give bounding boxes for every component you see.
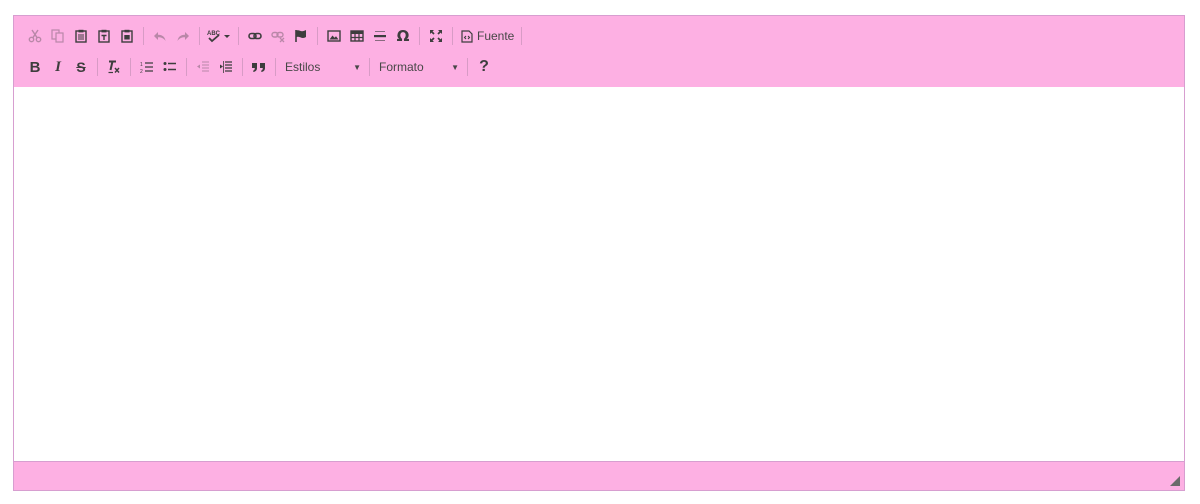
blockquote-icon bbox=[252, 63, 265, 72]
paste-button[interactable] bbox=[70, 25, 92, 47]
remove-format-button[interactable] bbox=[103, 56, 125, 78]
editor-toolbar: ABC Ω Fuente B I S 1 2 Estilos ▼ Formato… bbox=[14, 16, 1184, 88]
help-button[interactable]: ? bbox=[473, 56, 495, 78]
paste-icon bbox=[75, 29, 87, 43]
horizontal-rule-icon bbox=[374, 31, 386, 41]
toolbar-separator bbox=[130, 58, 131, 76]
format-dropdown-label: Formato bbox=[379, 60, 424, 74]
numbered-list-button[interactable]: 12 bbox=[136, 56, 158, 78]
anchor-icon bbox=[295, 30, 306, 42]
toolbar-separator bbox=[467, 58, 468, 76]
indent-icon bbox=[220, 61, 232, 73]
special-char-icon: Ω bbox=[396, 27, 410, 45]
spellcheck-icon: ABC bbox=[207, 31, 230, 43]
undo-icon bbox=[154, 32, 166, 41]
cut-button[interactable] bbox=[24, 25, 46, 47]
styles-dropdown[interactable]: Estilos ▼ bbox=[281, 56, 365, 78]
unlink-button[interactable] bbox=[267, 25, 289, 47]
unlink-icon bbox=[271, 31, 285, 43]
copy-button[interactable] bbox=[47, 25, 69, 47]
toolbar-separator bbox=[521, 27, 523, 45]
spellcheck-button[interactable]: ABC bbox=[205, 25, 233, 47]
toolbar-separator bbox=[242, 58, 243, 76]
toolbar-separator bbox=[97, 58, 98, 76]
resize-handle-icon[interactable] bbox=[1170, 476, 1180, 486]
blockquote-button[interactable] bbox=[248, 56, 270, 78]
toolbar-row-1: ABC Ω Fuente bbox=[24, 25, 527, 47]
undo-button[interactable] bbox=[149, 25, 171, 47]
svg-text:2: 2 bbox=[140, 69, 143, 74]
source-icon bbox=[461, 29, 473, 43]
strike-button[interactable]: S bbox=[70, 56, 92, 78]
redo-icon bbox=[177, 32, 189, 41]
bold-button[interactable]: B bbox=[24, 56, 46, 78]
paste-word-icon bbox=[121, 29, 133, 43]
indent-button[interactable] bbox=[215, 56, 237, 78]
toolbar-separator bbox=[369, 58, 370, 76]
svg-text:1: 1 bbox=[140, 62, 143, 68]
toolbar-separator bbox=[199, 27, 200, 45]
chevron-down-icon: ▼ bbox=[451, 62, 459, 72]
paste-text-icon bbox=[98, 29, 110, 43]
format-dropdown[interactable]: Formato ▼ bbox=[375, 56, 463, 78]
table-icon bbox=[350, 30, 364, 42]
remove-format-icon bbox=[108, 60, 120, 74]
italic-icon: I bbox=[55, 58, 61, 75]
toolbar-separator bbox=[452, 27, 453, 45]
outdent-button[interactable] bbox=[192, 56, 214, 78]
styles-dropdown-label: Estilos bbox=[285, 60, 321, 74]
toolbar-separator bbox=[317, 27, 318, 45]
bulleted-list-icon bbox=[163, 62, 176, 71]
toolbar-row-2: B I S 12 Estilos ▼ Formato ▼ ? bbox=[24, 56, 496, 78]
table-button[interactable] bbox=[346, 25, 368, 47]
image-icon bbox=[327, 30, 341, 42]
bold-icon: B bbox=[29, 58, 41, 76]
redo-button[interactable] bbox=[172, 25, 194, 47]
chevron-down-icon: ▼ bbox=[353, 62, 361, 72]
link-button[interactable] bbox=[244, 25, 266, 47]
editor-status-bar bbox=[14, 461, 1184, 490]
numbered-list-icon: 12 bbox=[140, 62, 153, 74]
special-char-button[interactable]: Ω bbox=[392, 25, 414, 47]
source-button-label: Fuente bbox=[477, 29, 515, 43]
copy-icon bbox=[51, 29, 64, 43]
source-button[interactable]: Fuente bbox=[458, 25, 517, 47]
toolbar-separator bbox=[143, 27, 144, 45]
maximize-icon bbox=[430, 30, 442, 42]
outdent-icon bbox=[197, 61, 209, 72]
italic-button[interactable]: I bbox=[47, 56, 69, 78]
editor-content-area[interactable] bbox=[14, 87, 1184, 462]
toolbar-separator bbox=[419, 27, 420, 45]
help-icon: ? bbox=[479, 58, 489, 75]
strike-icon: S bbox=[76, 59, 86, 75]
bulleted-list-button[interactable] bbox=[159, 56, 181, 78]
rich-text-editor: ABC Ω Fuente B I S 1 2 Estilos ▼ Formato… bbox=[13, 15, 1185, 491]
toolbar-separator bbox=[275, 58, 276, 76]
toolbar-separator bbox=[238, 27, 239, 45]
toolbar-separator bbox=[186, 58, 187, 76]
image-button[interactable] bbox=[323, 25, 345, 47]
cut-icon bbox=[28, 29, 42, 43]
horizontal-rule-button[interactable] bbox=[369, 25, 391, 47]
link-icon bbox=[248, 32, 262, 40]
anchor-button[interactable] bbox=[290, 25, 312, 47]
paste-word-button[interactable] bbox=[116, 25, 138, 47]
maximize-button[interactable] bbox=[425, 25, 447, 47]
paste-text-button[interactable] bbox=[93, 25, 115, 47]
